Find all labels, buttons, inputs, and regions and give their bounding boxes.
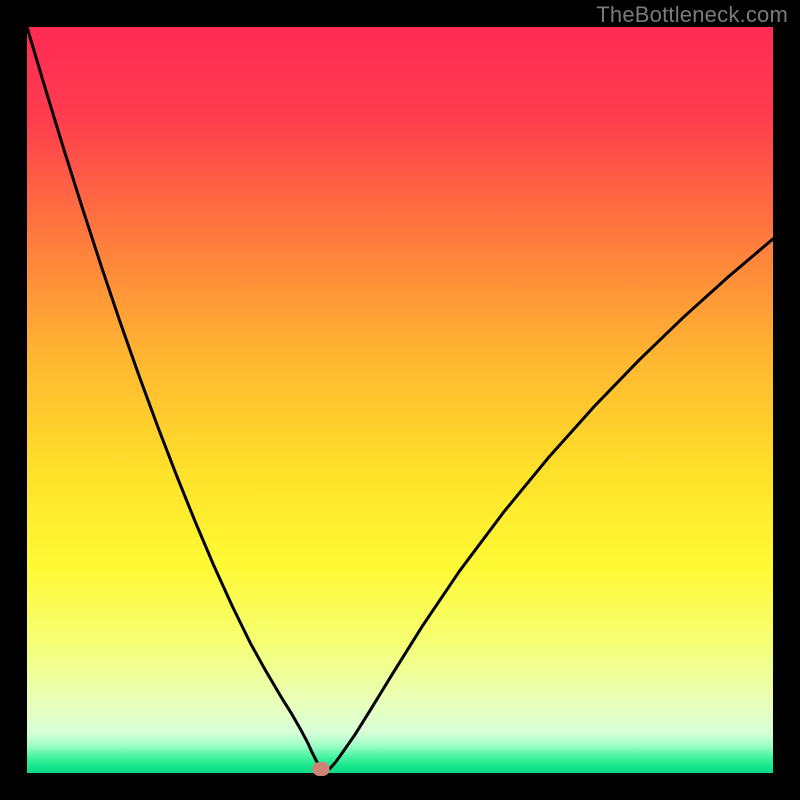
plot-gradient-bg bbox=[27, 27, 773, 773]
watermark-text: TheBottleneck.com bbox=[596, 2, 788, 28]
plot-frame bbox=[27, 27, 773, 773]
optimal-point-marker bbox=[312, 762, 329, 776]
chart-root: TheBottleneck.com bbox=[0, 0, 800, 800]
